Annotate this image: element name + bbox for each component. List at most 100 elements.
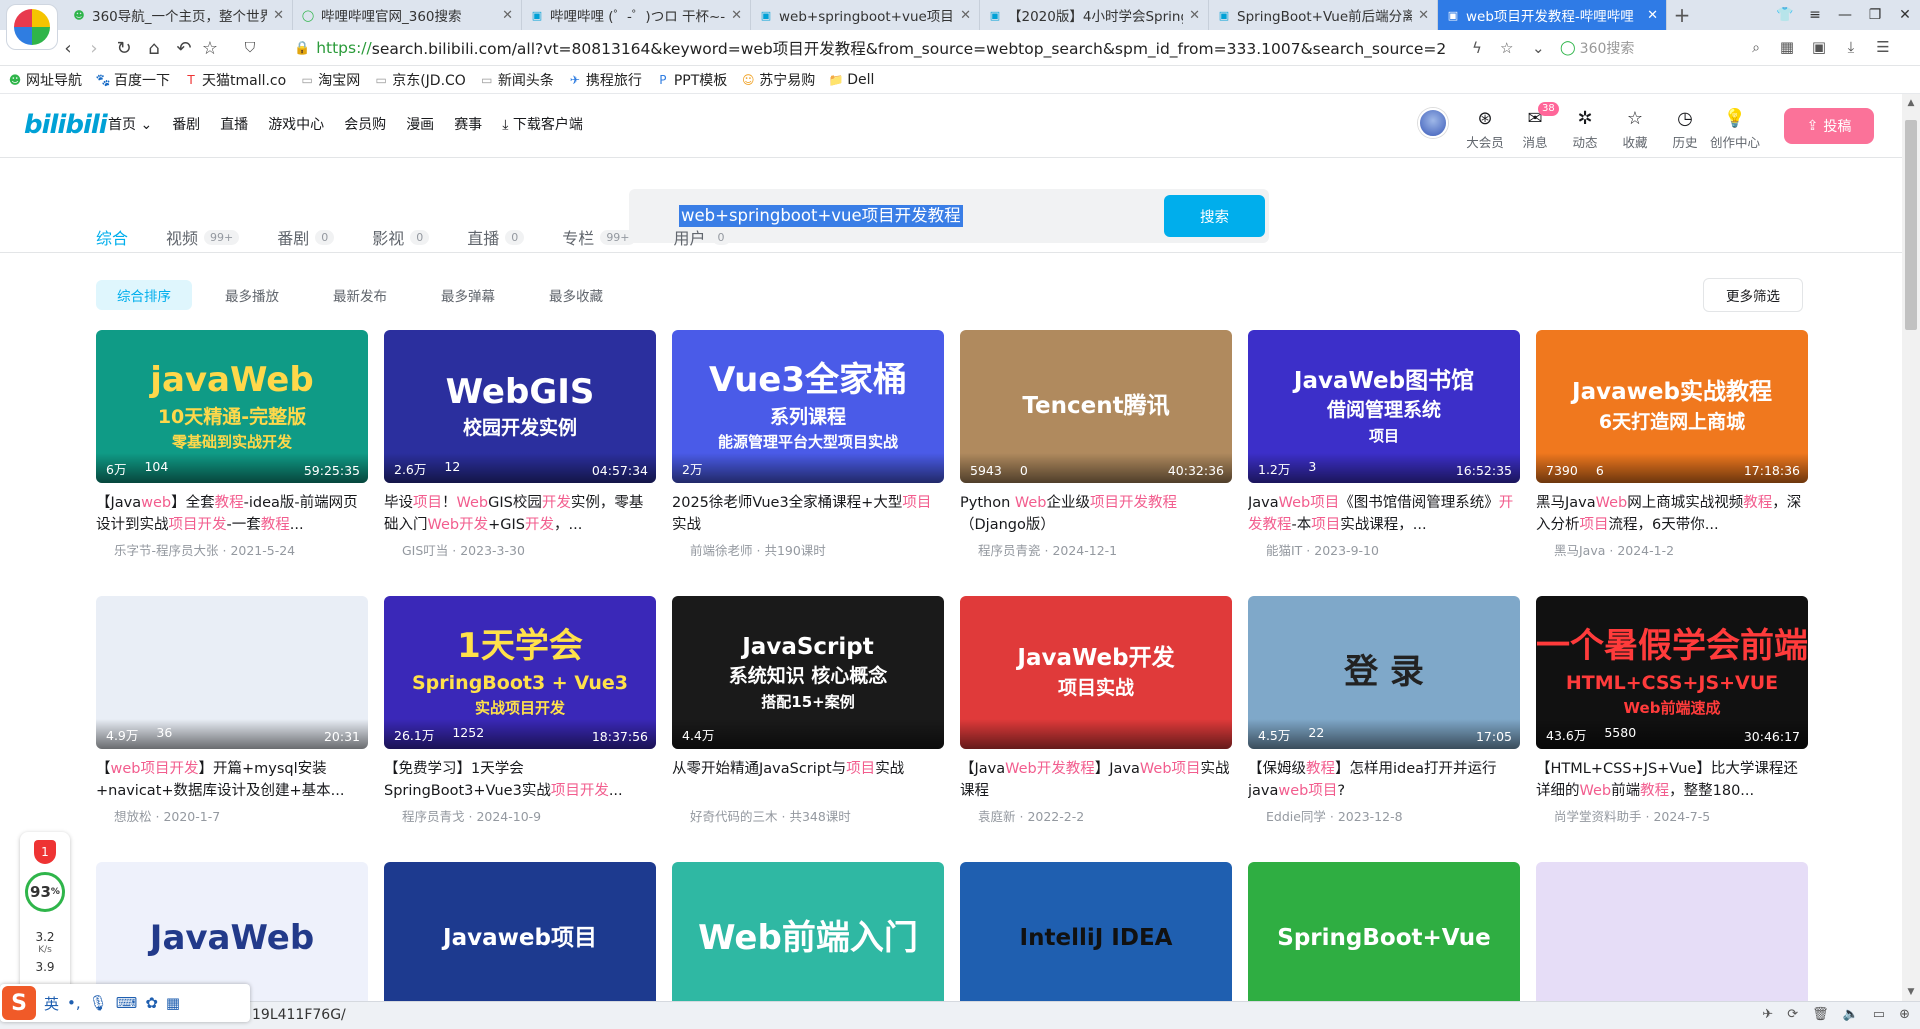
sort-option[interactable]: 最多收藏 — [528, 280, 624, 310]
bookmark-item[interactable]: 🐾 百度一下 — [96, 70, 170, 90]
video-thumbnail[interactable]: JavaWeb — [96, 862, 368, 1001]
video-card[interactable]: Tencent腾讯 5943 0 40:32:36 Python Web企业级项目开发教… — [960, 330, 1232, 559]
bookmark-item[interactable]: ▭ 京东(JD.CO — [374, 70, 466, 90]
refresh-icon[interactable]: ↻ — [112, 36, 136, 60]
video-card[interactable]: JavaScript 系统知识 核心概念 搭配15+案例 4.4万 从零开始精通Java… — [672, 596, 944, 825]
header-dynamic-item[interactable]: ✲ 动态 — [1560, 106, 1610, 151]
browser-tab[interactable]: ☻ 360导航_一个主页，整个世界 ✕ — [64, 0, 293, 30]
video-card[interactable]: WebGIS 校园开发实例 2.6万 12 04:57:34 毕设项目！WebGIS校园开… — [384, 330, 656, 559]
bilibili-logo[interactable]: bilibili — [24, 110, 108, 140]
bookmark-item[interactable]: T 天猫tmall.co — [184, 70, 286, 90]
browser-tab[interactable]: ▣ SpringBoot+Vue前后端分离 ✕ — [1209, 0, 1438, 30]
forward-icon[interactable]: › — [82, 36, 106, 60]
video-card[interactable]: Javaweb实战教程 6天打造网上商城 7390 6 17:18:36 黑马JavaWe… — [1536, 330, 1808, 559]
bookmark-item[interactable]: ✈ 携程旅行 — [568, 70, 642, 90]
video-card[interactable]: Web前端入门 — [672, 862, 944, 1001]
nav-item[interactable]: 漫画 — [406, 114, 434, 134]
header-vip-item[interactable]: ⊛ 大会员 — [1460, 106, 1510, 151]
video-card[interactable]: 1天学会 SpringBoot3 + Vue3 实战项目开发 26.1万 1252 18:… — [384, 596, 656, 825]
browser-tab[interactable]: ▣ 哔哩哔哩 (゜-゜)つロ 干杯~-bilibili ✕ — [522, 0, 751, 30]
ime-toolbar[interactable]: S 英 •, 🎙 ⌨ ✿ ▦ — [0, 984, 250, 1022]
nav-item[interactable]: 直播 — [220, 114, 248, 134]
close-tab-icon[interactable]: ✕ — [273, 8, 284, 23]
video-meta[interactable]: 黑马Java · 2024-1-2 — [1536, 540, 1808, 559]
back-icon[interactable]: ‹ — [56, 36, 80, 60]
video-title[interactable]: JavaWeb项目《图书馆借阅管理系统》开发教程-本项目实战课程，... — [1248, 492, 1520, 536]
tab-5[interactable]: 专栏 99+ — [562, 222, 636, 252]
video-thumbnail[interactable]: 1天学会 SpringBoot3 + Vue3 实战项目开发 26.1万 1252 18:… — [384, 596, 656, 749]
video-thumbnail[interactable]: Javaweb项目 — [384, 862, 656, 1001]
browser-tab[interactable]: ◯ 哔哩哔哩官网_360搜索 ✕ — [293, 0, 522, 30]
header-star-item[interactable]: ☆ 收藏 — [1610, 106, 1660, 151]
bookmark-item[interactable]: ☻ 网址导航 — [8, 70, 82, 90]
home-icon[interactable]: ⌂ — [142, 36, 166, 60]
tab-0[interactable]: 综合 — [96, 222, 128, 252]
bookmark-item[interactable]: ▭ 新闻头条 — [480, 70, 554, 90]
video-title[interactable]: 黑马JavaWeb网上商城实战视频教程，深入分析项目流程，6天带你... — [1536, 492, 1808, 536]
header-creator-item[interactable]: 💡 创作中心 — [1710, 106, 1760, 151]
video-card[interactable]: JavaWeb — [96, 862, 368, 1001]
video-thumbnail[interactable]: 4.9万 36 20:31 — [96, 596, 368, 749]
video-card[interactable]: IntelliJ IDEA — [960, 862, 1232, 1001]
tab-6[interactable]: 用户 0 — [674, 222, 731, 252]
video-thumbnail[interactable]: javaWeb 10天精通-完整版 零基础到实战开发 6万 104 59:25:35 — [96, 330, 368, 483]
avatar[interactable] — [1418, 108, 1448, 138]
sort-option[interactable]: 最多弹幕 — [420, 280, 516, 310]
video-title[interactable]: 【免费学习】1天学会SpringBoot3+Vue3实战项目开发... — [384, 758, 656, 802]
close-tab-icon[interactable]: ✕ — [502, 8, 513, 23]
video-meta[interactable]: Eddie同学 · 2023-12-8 — [1248, 806, 1520, 825]
nav-item[interactable]: 赛事 — [454, 114, 482, 134]
close-tab-icon[interactable]: ✕ — [1647, 8, 1658, 23]
video-meta[interactable]: 想放松 · 2020-1-7 — [96, 806, 368, 825]
bookmark-item[interactable]: 📁 Dell — [829, 72, 875, 88]
toolbox-icon[interactable]: ▦ — [166, 994, 180, 1012]
video-meta[interactable]: 袁庭新 · 2022-2-2 — [960, 806, 1232, 825]
upload-button[interactable]: ⇪ 投稿 — [1784, 108, 1874, 144]
new-tab-icon[interactable]: + — [1667, 0, 1697, 30]
video-card[interactable]: 一个暑假学会前端 HTML+CSS+JS+VUE Web前端速成 43.6万 5580 3… — [1536, 596, 1808, 825]
video-title[interactable]: 【web项目开发】开篇+mysql安装+navicat+数据库设计及创建+基本.… — [96, 758, 368, 802]
search-button[interactable]: 搜索 — [1164, 195, 1265, 237]
close-tab-icon[interactable]: ✕ — [731, 8, 742, 23]
close-window-icon[interactable]: ✕ — [1890, 0, 1920, 30]
video-card[interactable]: 4.9万 36 20:31 【web项目开发】开篇+mysql安装+navicat+数… — [96, 596, 368, 825]
plane-icon[interactable]: ✈ — [1762, 1007, 1773, 1022]
close-tab-icon[interactable]: ✕ — [1418, 8, 1429, 23]
punctuation-icon[interactable]: •, — [67, 994, 81, 1012]
browser-tab[interactable]: ▣ web+springboot+vue项目开发 ✕ — [751, 0, 980, 30]
scroll-down-icon[interactable]: ▼ — [1902, 983, 1920, 1001]
video-title[interactable]: 【HTML+CSS+JS+Vue】比大学课程还详细的Web前端教程，整整180.… — [1536, 758, 1808, 802]
browser-tab[interactable]: ▣ web项目开发教程-哔哩哔哩 ✕ — [1438, 0, 1667, 30]
video-title[interactable]: 从零开始精通JavaScript与项目实战 — [672, 758, 944, 802]
zoom-icon[interactable]: ⊕ — [1899, 1007, 1910, 1022]
close-tab-icon[interactable]: ✕ — [1189, 8, 1200, 23]
tab-2[interactable]: 番剧 0 — [277, 222, 335, 252]
video-thumbnail[interactable] — [1536, 862, 1808, 1001]
shield-icon[interactable]: ⛉ — [238, 36, 262, 60]
video-thumbnail[interactable]: SpringBoot+Vue — [1248, 862, 1520, 1001]
video-meta[interactable]: 能猫IT · 2023-9-10 — [1248, 540, 1520, 559]
nav-item[interactable]: 会员购 — [344, 114, 386, 134]
sort-option[interactable]: 最多播放 — [204, 280, 300, 310]
nav-item-download[interactable]: ⤓ 下载客户端 — [502, 114, 583, 134]
browser-tab[interactable]: ▣ 【2020版】4小时学会Spring ✕ — [980, 0, 1209, 30]
download-icon[interactable]: ⤓ — [1840, 36, 1862, 58]
video-card[interactable]: Vue3全家桶 系列课程 能源管理平台大型项目实战 2万 2025徐老师Vue3全家桶课… — [672, 330, 944, 559]
bookmark-item[interactable]: P PPT模板 — [656, 70, 727, 90]
video-thumbnail[interactable]: Vue3全家桶 系列课程 能源管理平台大型项目实战 2万 — [672, 330, 944, 483]
undo-icon[interactable]: ↶ — [172, 36, 196, 60]
video-thumbnail[interactable]: Web前端入门 — [672, 862, 944, 1001]
window-icon[interactable]: ▭ — [1873, 1007, 1885, 1022]
video-meta[interactable]: 程序员青瓷 · 2024-12-1 — [960, 540, 1232, 559]
video-card[interactable]: Javaweb项目 — [384, 862, 656, 1001]
more-filter-button[interactable]: 更多筛选 — [1703, 278, 1803, 312]
video-card[interactable]: JavaWeb开发 项目实战 【JavaWeb开发教程】JavaWeb项目实战课程袁… — [960, 596, 1232, 825]
nav-item[interactable]: 番剧 — [172, 114, 200, 134]
video-title[interactable]: 【JavaWeb开发教程】JavaWeb项目实战课程 — [960, 758, 1232, 802]
video-card[interactable]: 登 录 4.5万 22 17:05 【保姆级教程】怎样用idea打开并运行javaweb… — [1248, 596, 1520, 825]
video-thumbnail[interactable]: WebGIS 校园开发实例 2.6万 12 04:57:34 — [384, 330, 656, 483]
sort-option[interactable]: 综合排序 — [96, 280, 192, 310]
skin-icon[interactable]: ✿ — [145, 994, 158, 1012]
tab-1[interactable]: 视频 99+ — [166, 222, 240, 252]
menu-icon[interactable]: ≡ — [1800, 0, 1830, 30]
